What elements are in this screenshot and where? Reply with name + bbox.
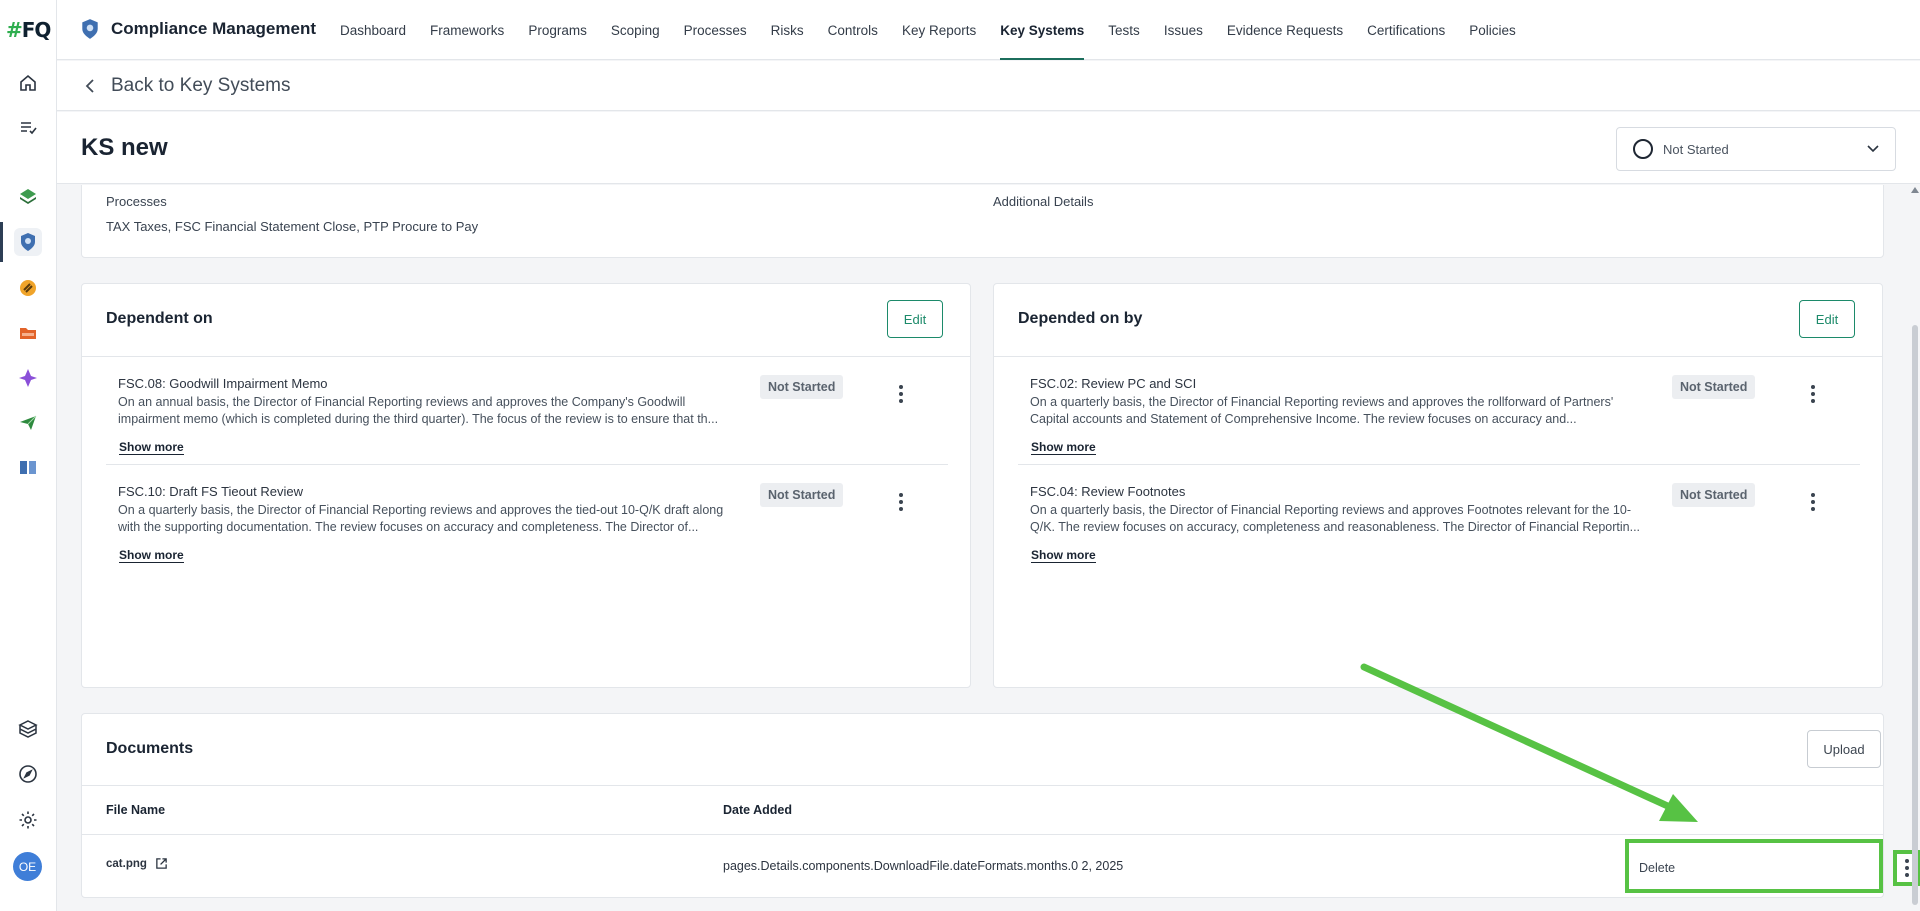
nav-dashboard[interactable]: Dashboard xyxy=(328,0,418,60)
status-badge: Not Started xyxy=(760,483,844,507)
show-more-link[interactable]: Show more xyxy=(1031,548,1096,563)
processes-label: Processes xyxy=(106,194,167,209)
status-badge: Not Started xyxy=(1672,375,1756,399)
back-link[interactable]: Back to Key Systems xyxy=(85,75,291,97)
folder-app-icon[interactable] xyxy=(14,319,42,347)
documents-header: Documents Upload xyxy=(82,714,1883,786)
table-header: File Name Date Added xyxy=(82,786,1883,835)
plane-app-icon[interactable] xyxy=(14,409,42,437)
main-content: Processes TAX Taxes, FSC Financial State… xyxy=(57,185,1920,911)
chain-app-icon[interactable] xyxy=(14,274,42,302)
list-item: FSC.04: Review Footnotes On a quarterly … xyxy=(1018,464,1860,571)
diamond-app-icon[interactable] xyxy=(14,364,42,392)
control-title[interactable]: FSC.10: Draft FS Tieout Review xyxy=(118,484,303,499)
file-name-cell: cat.png xyxy=(106,857,168,870)
list-item: FSC.02: Review PC and SCI On a quarterly… xyxy=(1018,357,1860,464)
compliance-app-icon[interactable] xyxy=(14,228,42,256)
depended-on-by-header: Depended on by Edit xyxy=(994,284,1882,357)
control-description: On a quarterly basis, the Director of Fi… xyxy=(118,503,724,534)
cube-icon[interactable] xyxy=(14,715,42,743)
scrollbar[interactable] xyxy=(1910,185,1920,911)
nav-risks[interactable]: Risks xyxy=(759,0,816,60)
upload-button[interactable]: Upload xyxy=(1807,730,1881,768)
gear-icon[interactable] xyxy=(14,806,42,834)
table-row: cat.png pages.Details.components.Downloa… xyxy=(82,835,1920,897)
dependent-on-header: Dependent on Edit xyxy=(82,284,970,357)
app-title: Compliance Management xyxy=(111,19,316,38)
back-bar: Back to Key Systems xyxy=(57,61,1920,111)
dependent-on-edit-button[interactable]: Edit xyxy=(887,300,943,338)
page-title: KS new xyxy=(81,134,168,161)
home-icon[interactable] xyxy=(14,69,42,97)
show-more-link[interactable]: Show more xyxy=(119,548,184,563)
chevron-down-icon xyxy=(1867,145,1879,153)
processes-value: TAX Taxes, FSC Financial Statement Close… xyxy=(106,219,479,234)
external-link-icon xyxy=(156,858,167,869)
nav-issues[interactable]: Issues xyxy=(1152,0,1215,60)
control-title[interactable]: FSC.02: Review PC and SCI xyxy=(1030,376,1196,391)
scroll-thumb[interactable] xyxy=(1912,325,1918,905)
app-logo[interactable]: #FQ xyxy=(6,18,51,42)
status-circle-icon xyxy=(1633,139,1653,159)
depended-on-by-edit-button[interactable]: Edit xyxy=(1799,300,1855,338)
scroll-up-arrow-icon[interactable] xyxy=(1911,187,1919,193)
nav-controls[interactable]: Controls xyxy=(816,0,890,60)
documents-card: Documents Upload File Name Date Added ca… xyxy=(81,713,1920,898)
nav-key-systems[interactable]: Key Systems xyxy=(988,0,1096,60)
depended-on-by-title: Depended on by xyxy=(1018,310,1143,327)
control-description: On a quarterly basis, the Director of Fi… xyxy=(1030,395,1614,426)
compliance-shield-icon xyxy=(82,19,98,39)
more-options-icon[interactable] xyxy=(889,487,913,517)
details-card: Processes TAX Taxes, FSC Financial State… xyxy=(81,185,1884,258)
layers-app-icon[interactable] xyxy=(14,183,42,211)
nav-policies[interactable]: Policies xyxy=(1457,0,1528,60)
book-app-icon[interactable] xyxy=(14,453,42,481)
delete-menu-item[interactable]: Delete xyxy=(1625,839,1883,893)
brand[interactable]: Compliance Management xyxy=(79,18,316,40)
more-options-icon[interactable] xyxy=(1801,487,1825,517)
column-file-name[interactable]: File Name xyxy=(106,803,165,817)
left-rail: #FQ OE xyxy=(0,0,57,911)
nav-scoping[interactable]: Scoping xyxy=(599,0,672,60)
tasks-icon[interactable] xyxy=(14,113,42,141)
rail-active-indicator xyxy=(0,222,3,262)
depended-on-by-card: Depended on by Edit FSC.02: Review PC an… xyxy=(993,283,1883,688)
nav-programs[interactable]: Programs xyxy=(516,0,599,60)
column-date-added[interactable]: Date Added xyxy=(723,803,792,817)
main-nav: Dashboard Frameworks Programs Scoping Pr… xyxy=(328,0,1528,60)
control-description: On an annual basis, the Director of Fina… xyxy=(118,395,719,426)
status-badge: Not Started xyxy=(760,375,844,399)
nav-tests[interactable]: Tests xyxy=(1096,0,1152,60)
chevron-left-icon xyxy=(85,79,94,93)
avatar[interactable]: OE xyxy=(13,852,42,881)
more-options-icon[interactable] xyxy=(1801,379,1825,409)
status-value: Not Started xyxy=(1663,141,1729,157)
list-item: FSC.10: Draft FS Tieout Review On a quar… xyxy=(106,464,948,571)
file-link[interactable]: cat.png xyxy=(106,857,168,870)
title-bar: KS new Not Started xyxy=(57,112,1920,184)
control-title[interactable]: FSC.08: Goodwill Impairment Memo xyxy=(118,376,328,391)
nav-key-reports[interactable]: Key Reports xyxy=(890,0,988,60)
date-added-cell: pages.Details.components.DownloadFile.da… xyxy=(723,859,1124,873)
dependent-on-title: Dependent on xyxy=(106,310,213,327)
control-description: On a quarterly basis, the Director of Fi… xyxy=(1030,503,1641,534)
nav-frameworks[interactable]: Frameworks xyxy=(418,0,516,60)
more-options-icon[interactable] xyxy=(889,379,913,409)
control-title[interactable]: FSC.04: Review Footnotes xyxy=(1030,484,1185,499)
additional-details-label: Additional Details xyxy=(993,194,1094,209)
show-more-link[interactable]: Show more xyxy=(1031,440,1096,455)
nav-processes[interactable]: Processes xyxy=(672,0,759,60)
status-dropdown[interactable]: Not Started xyxy=(1616,127,1896,171)
list-item: FSC.08: Goodwill Impairment Memo On an a… xyxy=(106,357,948,464)
status-badge: Not Started xyxy=(1672,483,1756,507)
nav-certifications[interactable]: Certifications xyxy=(1355,0,1457,60)
compass-icon[interactable] xyxy=(14,760,42,788)
back-link-label: Back to Key Systems xyxy=(111,75,291,96)
dependent-on-card: Dependent on Edit FSC.08: Goodwill Impai… xyxy=(81,283,971,688)
show-more-link[interactable]: Show more xyxy=(119,440,184,455)
documents-title: Documents xyxy=(106,740,194,757)
top-navigation: Compliance Management Dashboard Framewor… xyxy=(57,0,1920,60)
nav-evidence-requests[interactable]: Evidence Requests xyxy=(1215,0,1355,60)
